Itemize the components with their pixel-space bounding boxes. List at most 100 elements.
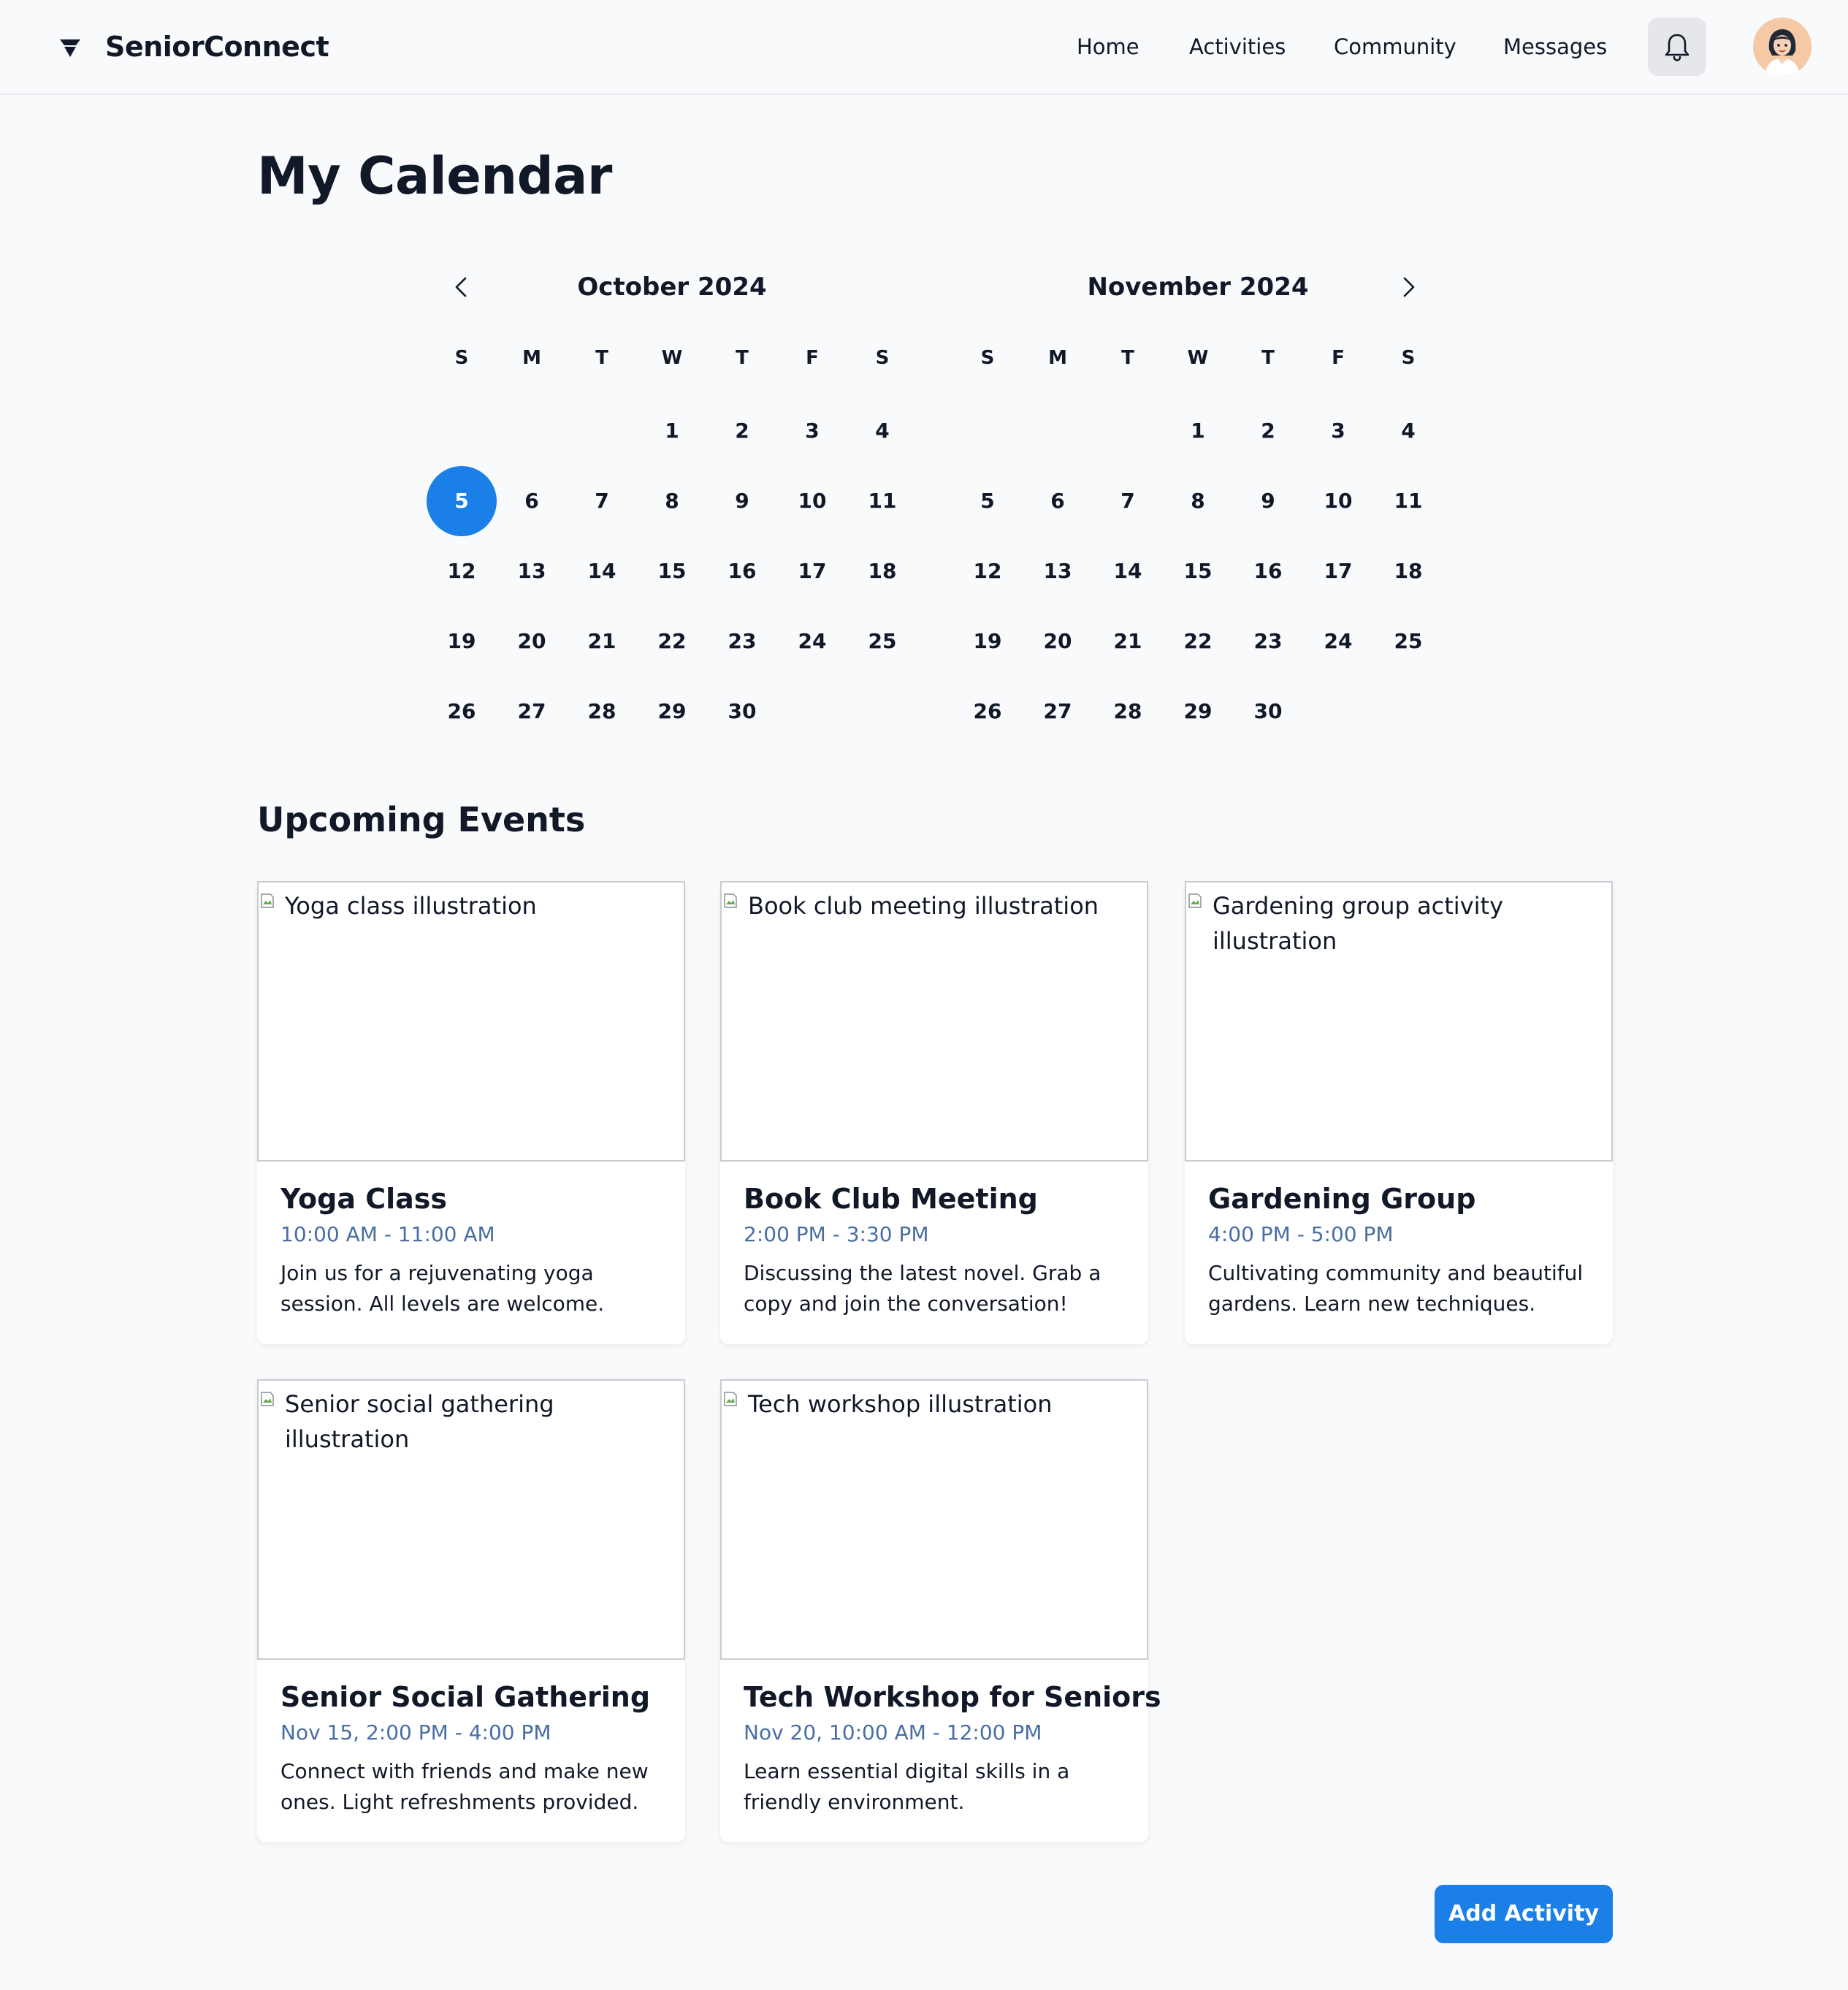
calendar-day[interactable]: 22 [637, 606, 707, 676]
calendar-day[interactable]: 30 [1233, 676, 1303, 747]
event-time: 4:00 PM - 5:00 PM [1208, 1222, 1394, 1246]
weekday-header: T [1261, 347, 1275, 369]
calendar-day[interactable]: 25 [1373, 606, 1443, 676]
calendar-day[interactable]: 7 [1093, 466, 1163, 536]
weekday-header: W [661, 347, 683, 369]
calendar-day[interactable]: 8 [637, 466, 707, 536]
calendar-day[interactable]: 30 [707, 676, 777, 747]
calendar-day[interactable]: 10 [1303, 466, 1373, 536]
calendar-day[interactable]: 14 [1093, 536, 1163, 606]
event-title: Gardening Group [1208, 1183, 1476, 1215]
nav-community[interactable]: Community [1334, 26, 1456, 67]
calendar-day[interactable]: 11 [1373, 466, 1443, 536]
event-description: Connect with friends and make new ones. … [280, 1759, 649, 1814]
upcoming-events-title: Upcoming Events [257, 800, 586, 839]
weekday-header: S [454, 347, 469, 369]
calendar-day[interactable]: 21 [1093, 606, 1163, 676]
nav-activities[interactable]: Activities [1189, 26, 1286, 67]
calendar-day[interactable]: 14 [567, 536, 637, 606]
event-card[interactable]: Senior social gathering illustration Sen… [257, 1379, 685, 1842]
calendar-day[interactable]: 18 [847, 536, 917, 606]
calendar-day[interactable]: 24 [1303, 606, 1373, 676]
event-image: Senior social gathering illustration [257, 1379, 685, 1660]
event-image: Gardening group activity illustration [1185, 881, 1613, 1162]
calendar-day[interactable]: 16 [1233, 536, 1303, 606]
calendar-day[interactable]: 5 [952, 466, 1023, 536]
calendar-day[interactable]: 7 [567, 466, 637, 536]
calendar-day[interactable]: 8 [1163, 466, 1233, 536]
broken-image-icon [261, 893, 274, 908]
page-title: My Calendar [257, 146, 612, 206]
calendar-day[interactable]: 23 [1233, 606, 1303, 676]
calendar-day[interactable]: 17 [777, 536, 847, 606]
calendar-day[interactable]: 9 [707, 466, 777, 536]
calendar-day[interactable]: 29 [1163, 676, 1233, 747]
calendar-day[interactable]: 2 [1233, 396, 1303, 466]
calendar-day[interactable]: 15 [637, 536, 707, 606]
calendar-day[interactable]: 6 [1023, 466, 1093, 536]
calendar-day[interactable]: 13 [1023, 536, 1093, 606]
event-description: Discussing the latest novel. Grab a copy… [744, 1261, 1101, 1316]
calendar-day[interactable]: 5 [427, 466, 497, 536]
calendar-day[interactable]: 21 [567, 606, 637, 676]
calendar-day[interactable]: 4 [1373, 396, 1443, 466]
calendar-day[interactable]: 22 [1163, 606, 1233, 676]
calendar-day[interactable]: 27 [497, 676, 567, 747]
calendar-day[interactable]: 6 [497, 466, 567, 536]
calendar-day[interactable]: 15 [1163, 536, 1233, 606]
calendar-day[interactable]: 24 [777, 606, 847, 676]
add-activity-button[interactable]: Add Activity [1435, 1885, 1613, 1943]
calendar-day[interactable]: 20 [497, 606, 567, 676]
calendar-day[interactable]: 11 [847, 466, 917, 536]
calendar-day[interactable]: 1 [637, 396, 707, 466]
calendar-day[interactable]: 25 [847, 606, 917, 676]
weekday-header: T [736, 347, 749, 369]
calendar-day[interactable]: 23 [707, 606, 777, 676]
chevron-left-icon[interactable] [447, 272, 476, 302]
brand-name[interactable]: SeniorConnect [105, 26, 329, 67]
calendar-day[interactable]: 26 [952, 676, 1023, 747]
broken-image-icon [724, 893, 737, 908]
calendar-day[interactable]: 1 [1163, 396, 1233, 466]
weekday-header: S [980, 347, 995, 369]
event-card[interactable]: Gardening group activity illustration Ga… [1185, 881, 1613, 1344]
bell-icon [1665, 34, 1689, 61]
event-image-alt: Yoga class illustration [285, 892, 537, 920]
calendar-day[interactable]: 12 [427, 536, 497, 606]
calendar-day[interactable]: 4 [847, 396, 917, 466]
calendar-day[interactable]: 19 [427, 606, 497, 676]
calendar-day[interactable]: 29 [637, 676, 707, 747]
calendar-day[interactable]: 28 [567, 676, 637, 747]
calendar-day[interactable]: 27 [1023, 676, 1093, 747]
broken-image-icon [724, 1392, 737, 1406]
event-image-alt: Tech workshop illustration [748, 1390, 1053, 1418]
calendar-day[interactable]: 13 [497, 536, 567, 606]
event-title: Senior Social Gathering [280, 1681, 651, 1713]
chevron-right-icon[interactable] [1394, 272, 1423, 302]
event-description: Cultivating community and beautiful gard… [1208, 1261, 1584, 1316]
calendar-day[interactable]: 12 [952, 536, 1023, 606]
notifications-button[interactable] [1648, 18, 1706, 76]
calendar-day[interactable]: 18 [1373, 536, 1443, 606]
event-card[interactable]: Yoga class illustration Yoga Class 10:00… [257, 881, 685, 1344]
nav-messages[interactable]: Messages [1503, 26, 1607, 67]
calendar-day[interactable]: 20 [1023, 606, 1093, 676]
calendar-day[interactable]: 3 [777, 396, 847, 466]
calendar-day[interactable]: 19 [952, 606, 1023, 676]
month-title-october: October 2024 [577, 272, 767, 302]
calendar-day[interactable]: 17 [1303, 536, 1373, 606]
calendar-day[interactable]: 9 [1233, 466, 1303, 536]
nav-home[interactable]: Home [1077, 26, 1139, 67]
calendar-day[interactable]: 10 [777, 466, 847, 536]
calendar-day[interactable]: 26 [427, 676, 497, 747]
calendar-day[interactable]: 2 [707, 396, 777, 466]
event-description: Join us for a rejuvenating yoga session.… [280, 1261, 605, 1316]
calendar-day[interactable]: 3 [1303, 396, 1373, 466]
calendar-day[interactable]: 28 [1093, 676, 1163, 747]
weekday-header: F [1332, 347, 1345, 369]
event-card[interactable]: Tech workshop illustration Tech Workshop… [720, 1379, 1161, 1842]
event-card[interactable]: Book club meeting illustration Book Club… [720, 881, 1148, 1344]
month-title-november: November 2024 [1087, 272, 1309, 302]
calendar-day[interactable]: 16 [707, 536, 777, 606]
user-avatar[interactable] [1753, 18, 1811, 76]
